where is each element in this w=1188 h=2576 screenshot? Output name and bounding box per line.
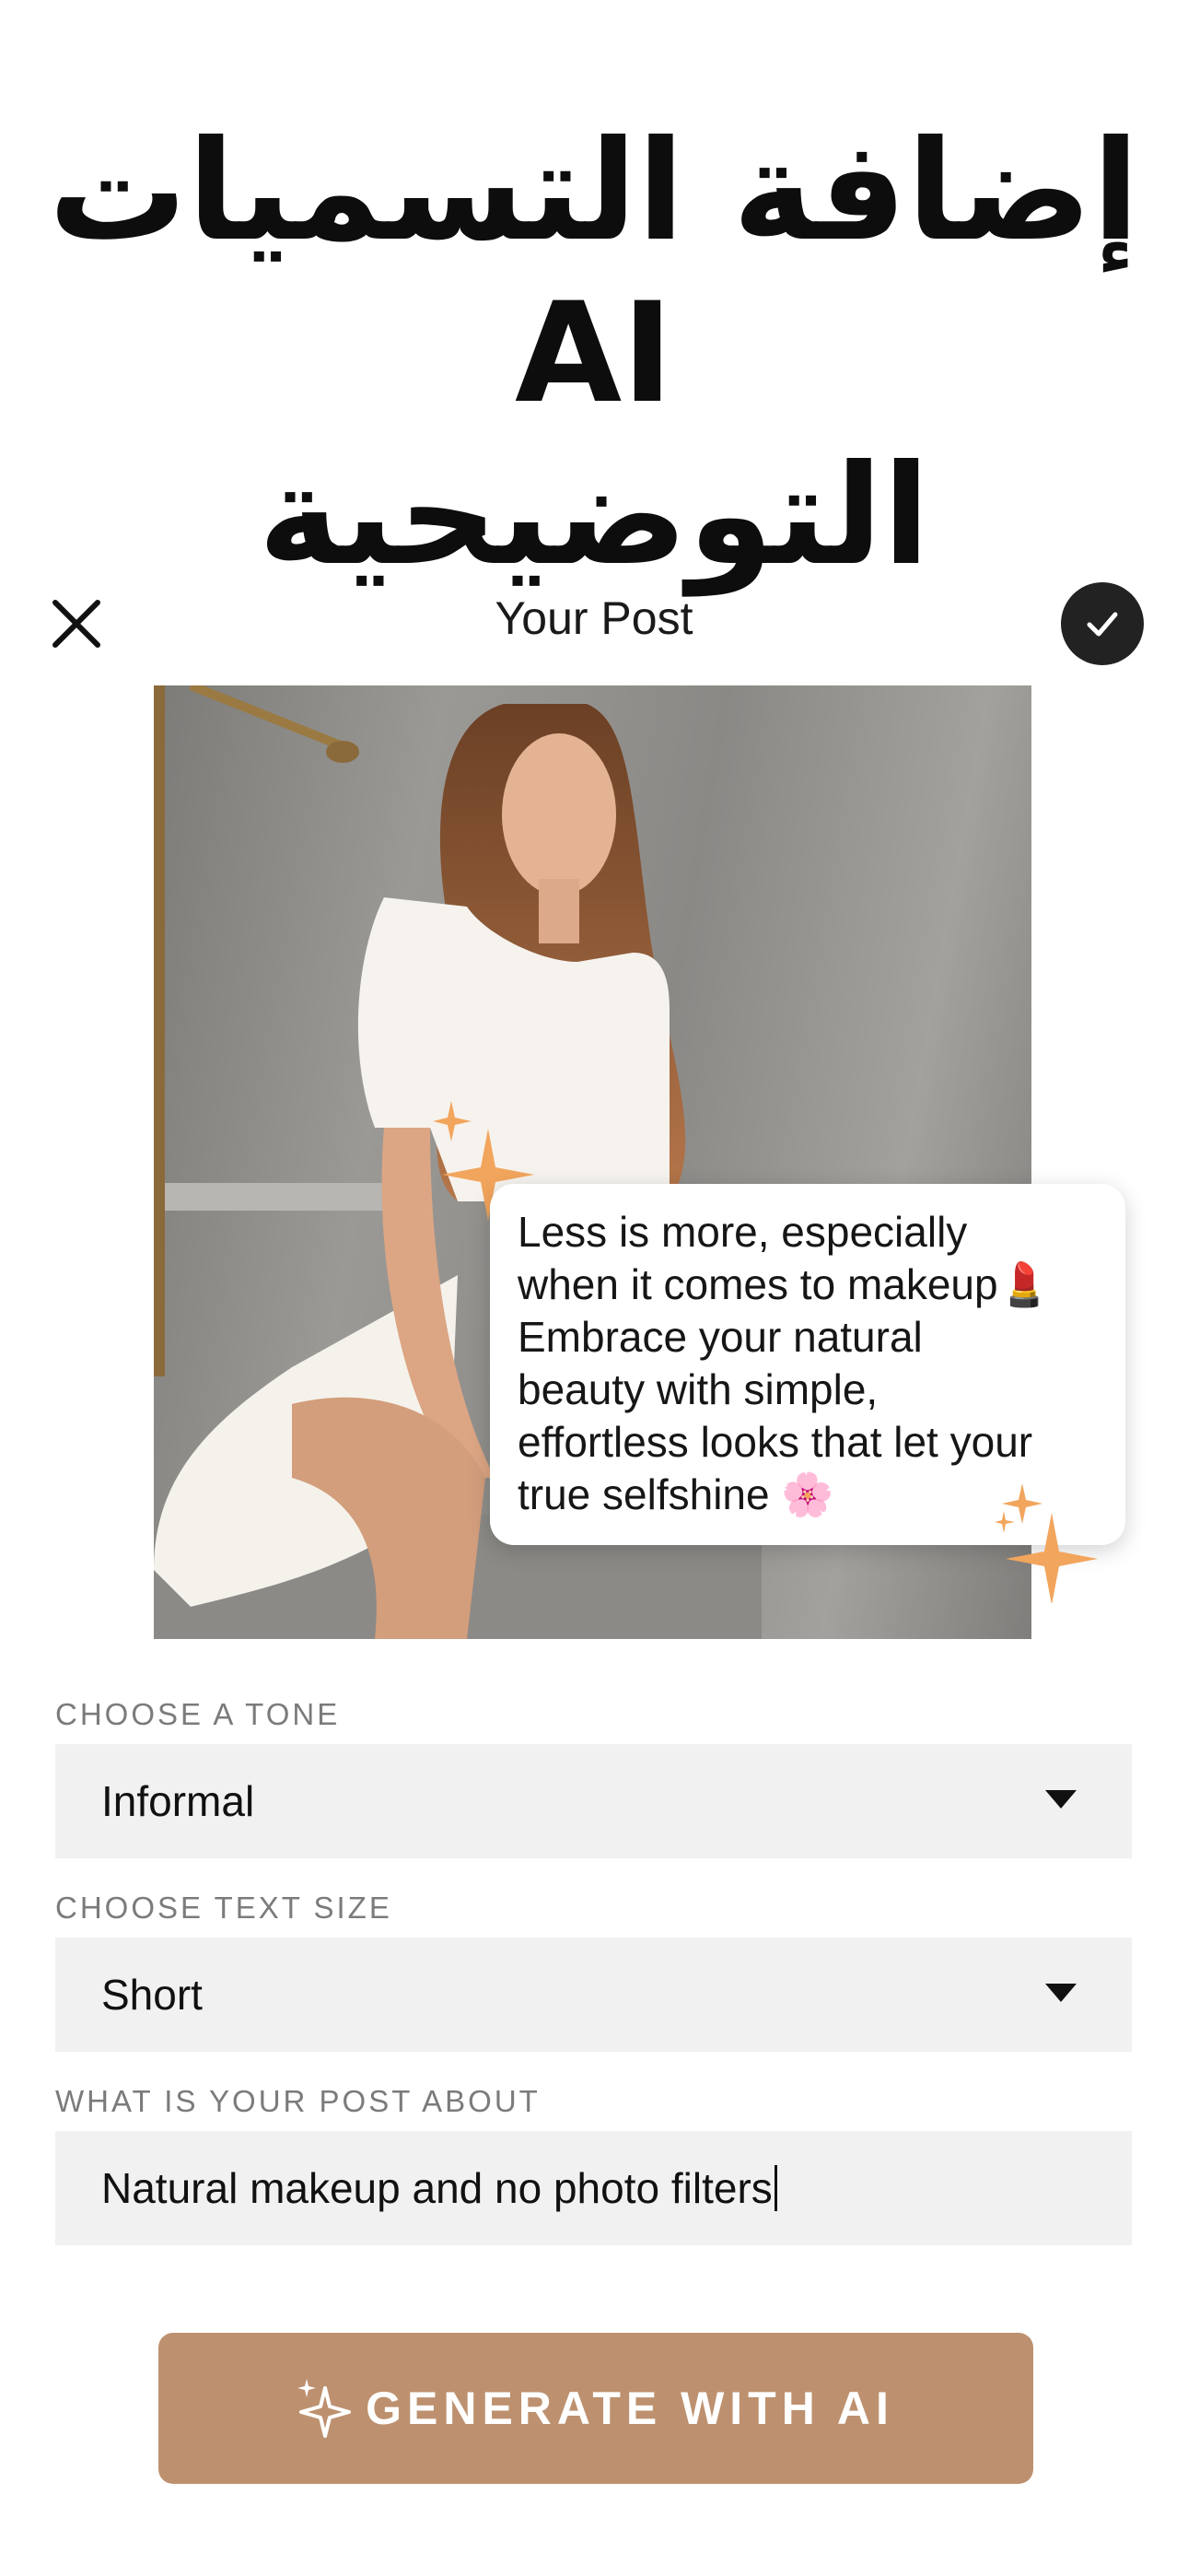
page-title: Your Post [495, 592, 693, 644]
generate-button-label: GENERATE WITH AI [366, 2383, 894, 2434]
confirm-button[interactable] [1061, 582, 1144, 665]
sparkle-icon [297, 2379, 352, 2438]
text-size-label: CHOOSE TEXT SIZE [55, 1891, 392, 1925]
post-about-input[interactable]: Natural makeup and no photo filters [55, 2131, 1132, 2245]
tone-select[interactable]: Informal [55, 1744, 1132, 1858]
text-cursor [774, 2165, 777, 2211]
caption-line: when it comes to makeup💄 [518, 1260, 1051, 1308]
dropdown-arrow-icon [1045, 1790, 1077, 1809]
caption-line: effortless looks that let your [518, 1418, 1033, 1466]
text-size-value: Short [101, 1971, 203, 2019]
caption-line: Embrace your natural [518, 1313, 923, 1361]
caption-line: beauty with simple, [518, 1365, 879, 1413]
text-size-select[interactable]: Short [55, 1938, 1132, 2052]
top-bar: Your Post [0, 571, 1188, 673]
dropdown-arrow-icon [1045, 1984, 1077, 2002]
caption-line: Less is more, especially [518, 1208, 968, 1256]
post-about-label: WHAT IS YOUR POST ABOUT [55, 2084, 541, 2118]
generate-with-ai-button[interactable]: GENERATE WITH AI [158, 2333, 1033, 2484]
headline: إضافة التسميات AI التوضيحية [0, 111, 1188, 597]
post-about-value: Natural makeup and no photo filters [101, 2164, 773, 2212]
tone-value: Informal [101, 1777, 255, 1825]
sparkle-icon [995, 1483, 1098, 1603]
headline-line-1: إضافة التسميات AI [48, 111, 1140, 434]
tone-label: CHOOSE A TONE [55, 1697, 341, 1731]
checkmark-icon [1087, 612, 1118, 637]
